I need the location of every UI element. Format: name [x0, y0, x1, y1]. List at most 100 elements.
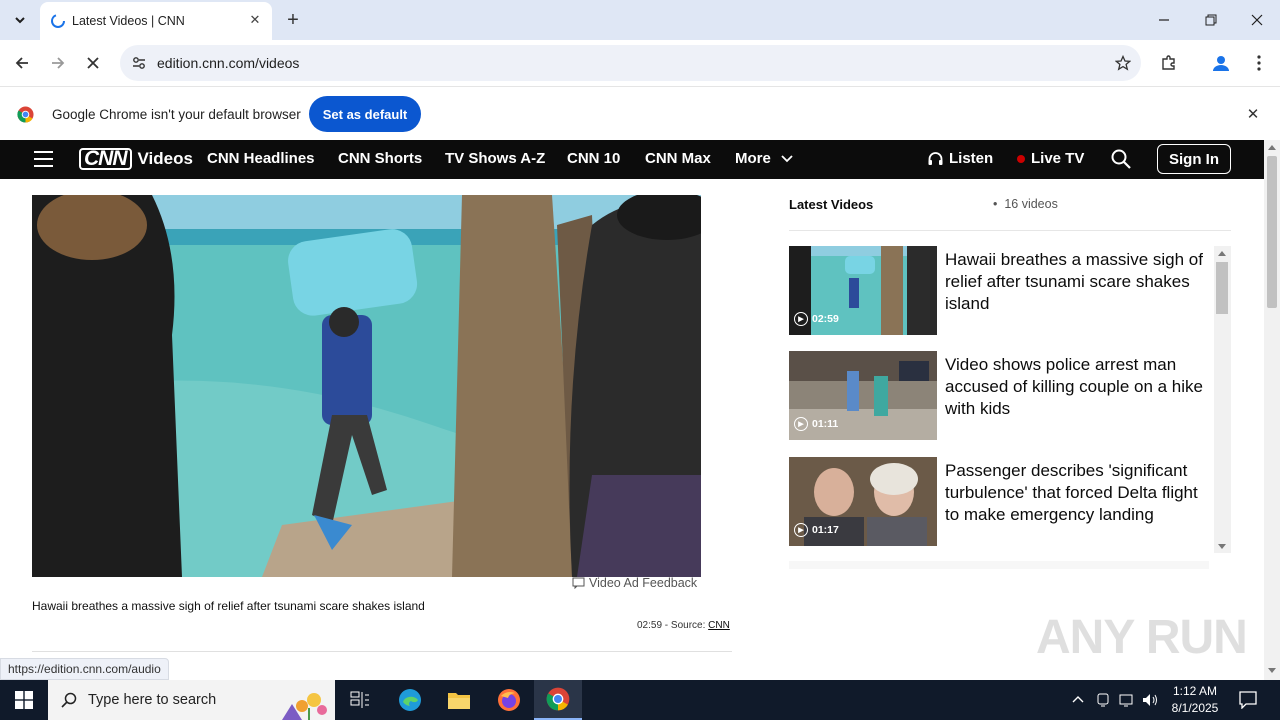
- edge-taskbar-icon[interactable]: [386, 680, 434, 720]
- sidebar-scroll-thumb[interactable]: [1216, 262, 1228, 314]
- windows-logo-icon: [15, 691, 33, 709]
- listen-link[interactable]: Listen: [928, 150, 993, 167]
- clock-date: 8/1/2025: [1171, 701, 1219, 715]
- tray-overflow-chevron-icon[interactable]: [1072, 694, 1084, 704]
- close-icon: [1251, 14, 1263, 26]
- scroll-up-arrow-icon[interactable]: [1268, 144, 1276, 150]
- edge-icon: [399, 689, 421, 711]
- infobar-close-icon[interactable]: ✕: [1243, 104, 1263, 124]
- firefox-icon: [498, 689, 520, 711]
- video-duration: ▶ 01:11: [794, 417, 838, 431]
- duration-label: 02:59: [812, 313, 839, 325]
- scroll-up-arrow-icon[interactable]: [1218, 250, 1226, 256]
- back-button[interactable]: [8, 49, 36, 77]
- new-tab-button[interactable]: +: [282, 9, 304, 31]
- feedback-icon: [572, 577, 585, 589]
- nav-tv-shows[interactable]: TV Shows A-Z: [445, 150, 545, 167]
- restore-icon: [1205, 14, 1217, 26]
- back-arrow-icon: [15, 57, 28, 69]
- play-icon: ▶: [794, 523, 808, 537]
- file-explorer-taskbar-icon[interactable]: [435, 680, 483, 720]
- ad-feedback-label: Video Ad Feedback: [589, 576, 698, 590]
- chrome-menu-button[interactable]: [1245, 49, 1273, 77]
- network-icon[interactable]: [1119, 692, 1137, 708]
- volume-icon[interactable]: [1142, 692, 1160, 708]
- search-icon[interactable]: [1110, 148, 1132, 170]
- task-view-button[interactable]: [336, 680, 384, 720]
- duration-label: 01:11: [812, 418, 839, 430]
- nav-cnn-max[interactable]: CNN Max: [645, 150, 711, 167]
- cnn-navigation-bar: CNN Videos CNN Headlines CNN Shorts TV S…: [0, 140, 1264, 179]
- video-list-item[interactable]: ▶ 02:59 Hawaii breathes a massive sigh of…: [789, 246, 1209, 336]
- chevron-down-icon: [15, 17, 25, 24]
- forward-arrow-icon: [52, 57, 65, 69]
- task-view-icon: [350, 691, 369, 708]
- content-divider: [32, 651, 732, 652]
- cnn-videos-logo[interactable]: CNN Videos: [79, 147, 193, 171]
- scroll-down-arrow-icon[interactable]: [1218, 544, 1226, 550]
- stop-icon: [87, 57, 99, 69]
- hamburger-menu-icon[interactable]: [34, 151, 53, 167]
- video-count: • 16 videos: [993, 197, 1058, 211]
- minimize-icon: [1159, 19, 1169, 21]
- site-settings-icon[interactable]: [128, 52, 150, 74]
- bookmark-star-button[interactable]: [1110, 50, 1136, 76]
- nav-more[interactable]: More: [735, 150, 793, 167]
- firefox-taskbar-icon[interactable]: [485, 680, 533, 720]
- video-title[interactable]: Video shows police arrest man accused of…: [945, 354, 1203, 420]
- profile-button[interactable]: [1207, 49, 1235, 77]
- video-list-item[interactable]: ▶ 01:17 Passenger describes 'significant …: [789, 457, 1209, 547]
- nav-cnn-headlines[interactable]: CNN Headlines: [207, 150, 315, 167]
- anyrun-watermark: ANY RUN: [1036, 611, 1248, 664]
- stop-loading-button[interactable]: [79, 49, 107, 77]
- latest-videos-heading: Latest Videos: [789, 197, 874, 212]
- nav-cnn-shorts[interactable]: CNN Shorts: [338, 150, 422, 167]
- section-name: Videos: [137, 149, 193, 168]
- video-duration: ▶ 01:17: [794, 523, 839, 537]
- search-icon: [61, 692, 77, 708]
- device-icon[interactable]: [1096, 692, 1110, 708]
- star-icon: [1115, 55, 1131, 71]
- nav-cnn-10[interactable]: CNN 10: [567, 150, 620, 167]
- address-bar[interactable]: edition.cnn.com/videos: [120, 45, 1141, 81]
- video-still-image: [32, 195, 701, 577]
- chrome-taskbar-icon[interactable]: [534, 680, 582, 720]
- page-scroll-thumb[interactable]: [1267, 156, 1277, 308]
- source-link[interactable]: CNN: [708, 620, 730, 631]
- video-count-label: 16 videos: [1004, 197, 1058, 211]
- start-button[interactable]: [0, 680, 48, 720]
- search-placeholder: Type here to search: [88, 692, 217, 708]
- video-title[interactable]: Passenger describes 'significant turbule…: [945, 460, 1203, 526]
- sidebar-scrollbar[interactable]: [1214, 246, 1231, 553]
- sidebar-horizontal-scrollbar[interactable]: [789, 561, 1209, 569]
- chevron-down-icon: [781, 155, 793, 163]
- active-tab[interactable]: Latest Videos | CNN ✕: [40, 2, 272, 40]
- url-text[interactable]: edition.cnn.com/videos: [157, 55, 299, 71]
- link-status-bubble: https://edition.cnn.com/audio: [0, 658, 169, 680]
- video-player[interactable]: [32, 195, 701, 577]
- notification-center-icon[interactable]: [1239, 691, 1257, 709]
- taskbar-search-box[interactable]: Type here to search: [48, 680, 335, 720]
- video-title[interactable]: Hawaii breathes a massive sigh of relief…: [945, 249, 1203, 315]
- tab-close-icon[interactable]: ✕: [246, 11, 264, 29]
- sign-in-button[interactable]: Sign In: [1157, 144, 1231, 174]
- cnn-wordmark: CNN: [79, 148, 132, 170]
- minimize-button[interactable]: [1150, 8, 1178, 32]
- default-browser-infobar: Google Chrome isn't your default browser…: [0, 86, 1280, 140]
- extensions-button[interactable]: [1155, 49, 1183, 77]
- scroll-down-arrow-icon[interactable]: [1268, 668, 1276, 674]
- video-list-item[interactable]: ▶ 01:11 Video shows police arrest man acc…: [789, 351, 1209, 441]
- restore-button[interactable]: [1197, 8, 1225, 32]
- set-as-default-button[interactable]: Set as default: [309, 96, 421, 132]
- system-clock[interactable]: 1:12 AM 8/1/2025: [1160, 683, 1230, 717]
- video-ad-feedback-link[interactable]: Video Ad Feedback: [572, 576, 697, 590]
- headphones-icon: [928, 151, 943, 165]
- forward-button[interactable]: [44, 49, 72, 77]
- tab-search-button[interactable]: [8, 8, 32, 32]
- tune-icon: [133, 57, 145, 69]
- close-window-button[interactable]: [1243, 8, 1271, 32]
- live-tv-link[interactable]: Live TV: [1017, 150, 1084, 167]
- page-scrollbar[interactable]: [1264, 140, 1280, 680]
- video-duration: ▶ 02:59: [794, 312, 839, 326]
- nav-more-label: More: [735, 150, 771, 167]
